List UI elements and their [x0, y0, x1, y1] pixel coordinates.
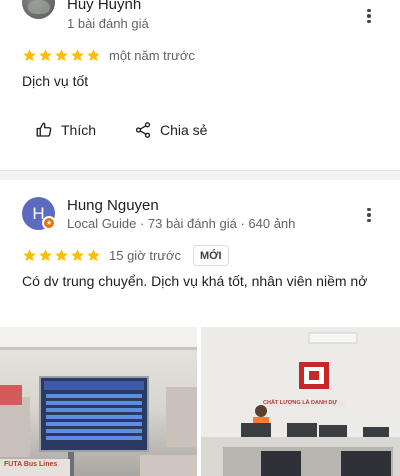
avatar[interactable] — [22, 0, 55, 19]
review-divider — [0, 170, 400, 180]
star-icon — [87, 249, 100, 262]
review-card: Huy Huỳnh 1 bài đánh giá một năm trước D… — [0, 0, 400, 163]
reviewer-meta: 1 bài đánh giá — [67, 16, 149, 31]
review-photo[interactable]: FUTA Bus Lines — [0, 327, 197, 476]
review-time: 15 giờ trước — [109, 248, 181, 263]
star-icon — [87, 49, 100, 62]
share-button[interactable]: Chia sẻ — [134, 119, 207, 141]
local-guide-badge-icon: ★ — [42, 216, 56, 230]
like-button[interactable]: Thích — [35, 119, 96, 141]
like-label: Thích — [61, 122, 97, 138]
new-badge: MỚI — [193, 245, 229, 266]
share-label: Chia sẻ — [160, 122, 208, 138]
more-vert-icon[interactable] — [359, 203, 379, 227]
review-photos: FUTA Bus Lines CHẤT LƯỢNG LÀ DANH DỰ — [0, 327, 400, 476]
review-time: một năm trước — [109, 48, 195, 63]
reviewer-meta: Local Guide · 73 bài đánh giá · 640 ảnh — [67, 216, 296, 231]
star-icon — [39, 49, 52, 62]
review-text: Dịch vụ tốt — [22, 73, 89, 89]
more-vert-icon[interactable] — [359, 4, 379, 28]
photo-2-sign-text: CHẤT LƯỢNG LÀ DANH DỰ — [263, 400, 338, 406]
thumb-up-icon — [36, 122, 52, 137]
star-icon — [55, 249, 68, 262]
review-photo[interactable]: CHẤT LƯỢNG LÀ DANH DỰ — [201, 327, 400, 476]
share-icon — [135, 122, 151, 138]
star-icon — [39, 249, 52, 262]
photo-1-illustration — [0, 327, 197, 476]
star-icon — [23, 49, 36, 62]
star-icon — [23, 249, 36, 262]
reviewer-name[interactable]: Hung Nguyen — [67, 197, 159, 214]
star-icon — [55, 49, 68, 62]
star-rating — [22, 248, 101, 263]
star-icon — [71, 49, 84, 62]
reviewer-name[interactable]: Huy Huỳnh — [67, 0, 141, 13]
review-text: Có dv trung chuyển. Dịch vụ khá tốt, nhâ… — [22, 273, 368, 289]
star-icon — [71, 249, 84, 262]
star-rating — [22, 48, 101, 63]
photo-1-sign-text: FUTA Bus Lines — [4, 461, 58, 468]
